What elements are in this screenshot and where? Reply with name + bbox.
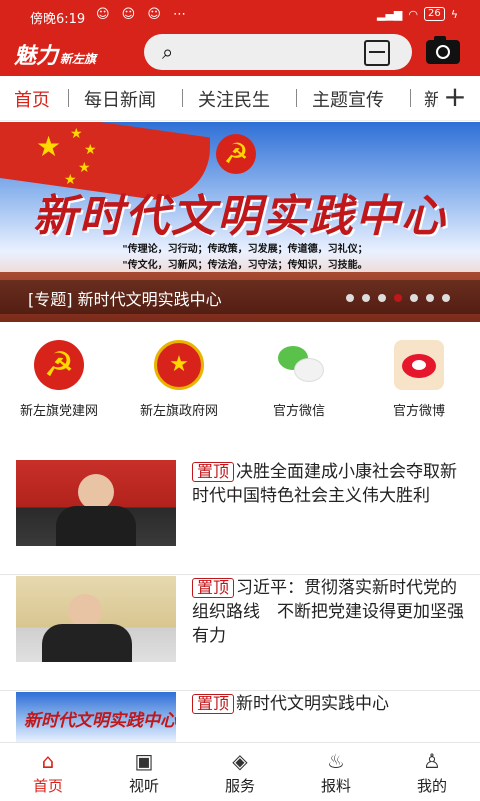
app-logo: 魅力 新左旗 [14,43,97,69]
charging-icon: ϟ [450,7,458,21]
add-tab-icon[interactable]: + [438,80,472,113]
flame-icon: ♨ [327,749,345,773]
carousel-dot[interactable] [442,294,450,302]
news-item[interactable]: 置顶 决胜全面建成小康社会夺取新时代中国特色社会主义伟大胜利 [0,460,480,575]
banner-caption-bar: [专题] 新时代文明实践中心 [0,280,480,314]
carousel-dot[interactable] [410,294,418,302]
carousel-dot[interactable] [362,294,370,302]
carousel-dot-active[interactable] [394,294,402,302]
wifi-icon: ◠ [408,7,418,21]
quick-link-weibo[interactable]: 官方微博 [364,340,474,419]
banner-caption: [专题] 新时代文明实践中心 [28,290,222,309]
status-right: ▂▄▆ ◠ 26 ϟ [377,7,458,21]
pinned-badge: 置顶 [192,578,235,598]
scan-icon[interactable] [364,40,390,66]
tab-daily-news[interactable]: 每日新闻 [84,86,156,112]
news-title: 置顶 新时代文明实践中心 [192,692,468,716]
party-emblem-icon: ☭ [34,340,84,390]
quick-link-label: 新左旗党建网 [19,404,98,419]
nav-media[interactable]: ▣ 视听 [96,749,192,796]
signal-icon: ▂▄▆ [377,7,403,21]
status-time: 傍晚6:19 [30,12,86,27]
quick-link-government[interactable]: ★ 新左旗政府网 [124,340,234,419]
party-emblem-icon: ☭ [216,134,256,174]
search-bar[interactable]: ⌕ [144,34,412,70]
layers-icon: ◈ [232,749,248,773]
weibo-icon [394,340,444,390]
banner-slogan-2: "传文化，习新风；传法治，习守法；传知识，习技能。 [122,260,368,271]
category-tabs: 首页 每日新闻 关注民生 主题宣传 新 + [0,76,480,121]
nav-report[interactable]: ♨ 报料 [288,749,384,796]
news-item[interactable]: 置顶 习近平：贯彻落实新时代党的组织路线 不断把党建设得更加坚强有力 [0,576,480,691]
star-icon: ★ [70,126,83,142]
quick-link-wechat[interactable]: 官方微信 [244,340,354,419]
news-thumbnail: 新时代文明实践中心 [16,692,176,742]
pinned-badge: 置顶 [192,694,235,714]
tab-separator [68,89,69,107]
search-icon: ⌕ [162,40,174,64]
carousel-dot[interactable] [426,294,434,302]
tab-separator [410,89,411,107]
quick-links: ☭ 新左旗党建网 ★ 新左旗政府网 官方微信 官方微博 [0,330,480,430]
tab-livelihood[interactable]: 关注民生 [198,86,270,112]
banner-slogan-1: "传理论，习行动；传政策，习发展；传道德，习礼仪； [122,244,368,255]
tab-separator [296,89,297,107]
quick-link-label: 官方微博 [392,404,445,419]
quick-link-party[interactable]: ☭ 新左旗党建网 [4,340,114,419]
notification-icons: ☺ ☺ ☺ ⋯ [96,7,191,22]
user-icon: ♙ [423,749,441,773]
pinned-badge: 置顶 [192,462,235,482]
nav-home[interactable]: ⌂ 首页 [0,749,96,796]
tv-icon: ▣ [134,749,154,773]
tab-separator [182,89,183,107]
news-item[interactable]: 新时代文明实践中心 置顶 新时代文明实践中心 [0,692,480,742]
nav-services[interactable]: ◈ 服务 [192,749,288,796]
star-icon: ★ [36,130,62,163]
news-thumbnail [16,460,176,546]
app-header: 魅力 新左旗 ⌕ [0,32,480,76]
news-title: 置顶 习近平：贯彻落实新时代党的组织路线 不断把党建设得更加坚强有力 [192,578,464,646]
feature-banner[interactable]: ★ ★ ★ ★ ★ ☭ 新时代文明实践中心 "传理论，习行动；传政策，习发展；传… [0,122,480,322]
nav-profile[interactable]: ♙ 我的 [384,749,480,796]
bottom-navigation: ⌂ 首页 ▣ 视听 ◈ 服务 ♨ 报料 ♙ 我的 [0,742,480,801]
star-icon: ★ [84,142,97,158]
battery-icon: 26 [424,7,445,21]
carousel-dots[interactable] [346,294,450,302]
camera-icon[interactable] [426,36,460,64]
wechat-icon [274,340,324,390]
carousel-dot[interactable] [346,294,354,302]
home-icon: ⌂ [41,749,55,773]
star-icon: ★ [78,160,91,176]
quick-link-label: 新左旗政府网 [139,404,218,419]
status-bar: 傍晚6:19 ☺ ☺ ☺ ⋯ ▂▄▆ ◠ 26 ϟ [0,0,480,32]
national-emblem-icon: ★ [154,340,204,390]
news-title: 置顶 决胜全面建成小康社会夺取新时代中国特色社会主义伟大胜利 [192,462,458,506]
quick-link-label: 官方微信 [272,404,325,419]
carousel-dot[interactable] [378,294,386,302]
banner-title: 新时代文明实践中心 [33,191,447,242]
tab-home[interactable]: 首页 [14,86,50,112]
news-thumbnail [16,576,176,662]
tab-theme[interactable]: 主题宣传 [312,86,384,112]
